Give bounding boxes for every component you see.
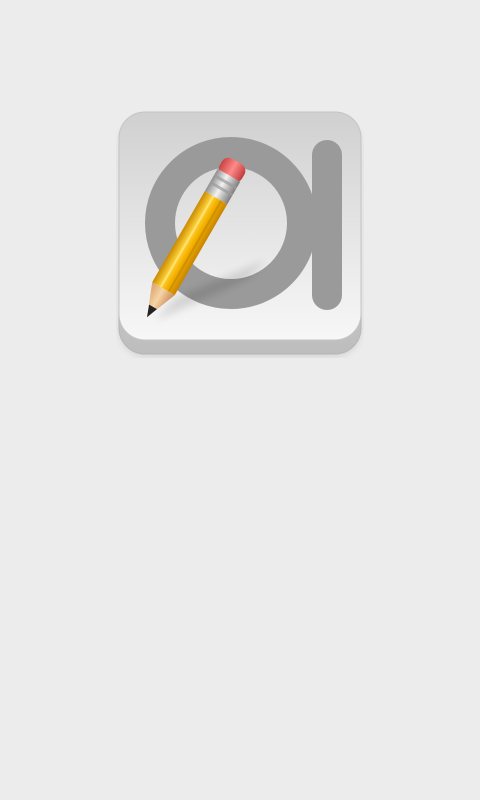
app-logo-graphic [118, 111, 362, 356]
app-logo-icon [116, 110, 364, 358]
splash-screen [0, 0, 480, 800]
